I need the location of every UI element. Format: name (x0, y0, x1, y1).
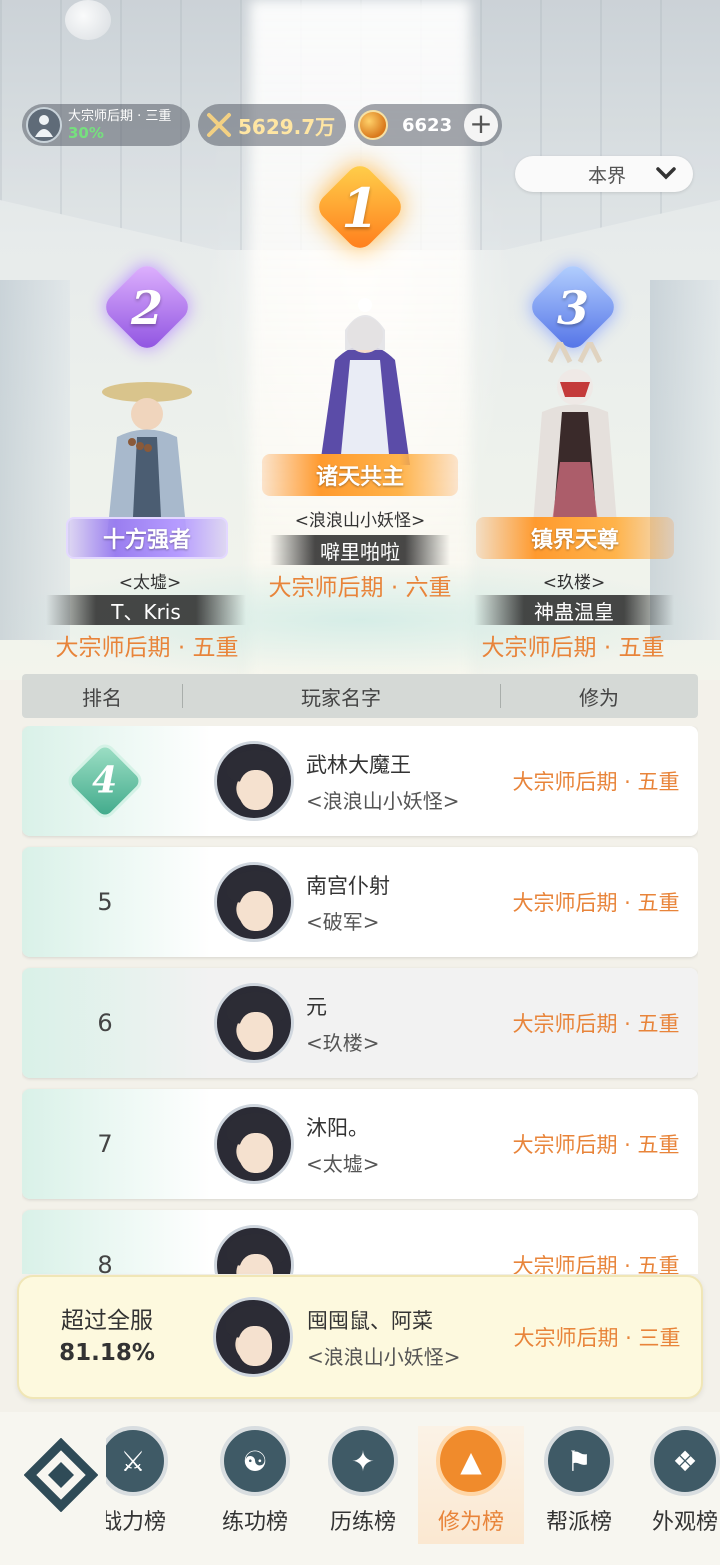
coin-status: 6623 + (354, 104, 502, 146)
player-guild: <玖楼> (306, 1030, 380, 1055)
coin-value: 6623 (402, 114, 453, 136)
row-rank: 7 (97, 1130, 113, 1158)
tab-power-rank[interactable]: ⚔ 战力榜 (106, 1426, 186, 1544)
rank-3-character[interactable] (520, 342, 630, 542)
ranking-list[interactable]: 4 武林大魔王 <浪浪山小妖怪> 大宗师后期 · 五重 5 南宫仆射 <破军> … (22, 726, 698, 1274)
rank-3-name: 神蛊温皇 (474, 595, 674, 625)
power-status[interactable]: 5629.7万 (198, 104, 346, 146)
tab-label: 历练榜 (329, 1510, 396, 1535)
tab-label: 修为榜 (437, 1510, 504, 1535)
header-rank: 排名 (82, 685, 122, 710)
avatar[interactable] (214, 862, 294, 942)
rank-2-title-badge: 十方强者 (66, 517, 228, 559)
realm-status[interactable]: 大宗师后期 · 三重 30% (22, 104, 190, 146)
my-avatar[interactable] (213, 1297, 293, 1377)
tab-label: 帮派榜 (545, 1510, 612, 1535)
player-name: 元 (306, 994, 327, 1019)
chevron-down-icon (655, 165, 677, 185)
table-row[interactable]: 7 沐阳。 <太墟> 大宗师后期 · 五重 (22, 1089, 698, 1199)
exceed-percentage: 81.18% (59, 1340, 155, 1366)
exceed-label: 超过全服 (61, 1308, 153, 1334)
table-row[interactable]: 8 大宗师后期 · 五重 (22, 1210, 698, 1274)
table-row[interactable]: 4 武林大魔王 <浪浪山小妖怪> 大宗师后期 · 五重 (22, 726, 698, 836)
realm-name: 大宗师后期 · 三重 (68, 109, 172, 124)
rank-3-guild: <玖楼> (542, 573, 606, 593)
rank-1-character[interactable] (310, 290, 420, 470)
row-rank: 5 (97, 888, 113, 916)
rank-1-guild: <浪浪山小妖怪> (294, 511, 426, 531)
avatar[interactable] (214, 741, 294, 821)
realm-avatar-icon (26, 107, 62, 143)
tab-training-rank[interactable]: ☯ 练功榜 (202, 1426, 308, 1544)
tab-label: 练功榜 (221, 1510, 288, 1535)
player-name: 南宫仆射 (306, 873, 390, 898)
row-rank: 4 (22, 744, 188, 818)
avatar[interactable] (214, 1104, 294, 1184)
tab-label: 外观榜 (651, 1510, 718, 1535)
ranking-table-header: 排名 玩家名字 修为 (22, 674, 698, 718)
player-name: 武林大魔王 (306, 752, 411, 777)
rank-1-emblem: 1 (313, 160, 407, 254)
rank-3-emblem: 3 (526, 260, 620, 354)
rank-2-emblem: 2 (100, 260, 194, 354)
tab-cultivation-rank[interactable]: ▲ 修为榜 (418, 1426, 524, 1544)
rank-1-name: 噼里啪啦 (270, 535, 450, 565)
home-menu-icon[interactable] (23, 1437, 99, 1513)
crossed-swords-icon (204, 110, 234, 140)
rank-1-realm: 大宗师后期 · 六重 (268, 575, 452, 601)
my-guild: <浪浪山小妖怪> (307, 1344, 461, 1369)
jade-coin-icon (358, 110, 388, 140)
my-name: 囤囤鼠、阿菜 (307, 1308, 433, 1333)
rank-2-guild: <太墟> (118, 573, 182, 593)
table-row[interactable]: 5 南宫仆射 <破军> 大宗师后期 · 五重 (22, 847, 698, 957)
player-name: 沐阳。 (306, 1115, 369, 1140)
tab-guild-rank[interactable]: ⚑ 帮派榜 (526, 1426, 632, 1544)
rank-3-title-badge: 镇界天尊 (476, 517, 674, 559)
tab-experience-rank[interactable]: ✦ 历练榜 (310, 1426, 416, 1544)
add-coin-button[interactable]: + (464, 108, 498, 142)
avatar[interactable] (214, 983, 294, 1063)
my-realm: 大宗师后期 · 三重 (513, 1326, 681, 1350)
row-rank: 6 (97, 1009, 113, 1037)
header-player-name: 玩家名字 (301, 685, 381, 710)
power-value: 5629.7万 (238, 114, 336, 139)
player-guild: <浪浪山小妖怪> (306, 788, 460, 813)
rank-4-badge-icon: 4 (68, 744, 142, 818)
player-guild: <太墟> (306, 1151, 380, 1176)
player-guild: <破军> (306, 909, 380, 934)
tab-label: 战力榜 (106, 1510, 166, 1535)
bottom-nav: ⚔ 战力榜 ☯ 练功榜 ✦ 历练榜 ▲ 修为榜 ⚑ 帮派榜 ❖ 外观榜 (0, 1412, 720, 1565)
scope-label: 本界 (587, 164, 626, 187)
avatar[interactable] (214, 1225, 294, 1274)
my-rank-panel[interactable]: 超过全服 81.18% 囤囤鼠、阿菜 <浪浪山小妖怪> 大宗师后期 · 三重 (17, 1275, 703, 1399)
rank-3-realm: 大宗师后期 · 五重 (481, 635, 665, 661)
yin-yang-icon: ☯ (220, 1426, 290, 1496)
moon-icon (65, 0, 111, 40)
crossed-swords-icon: ⚔ (106, 1426, 168, 1496)
row-rank: 8 (97, 1251, 113, 1274)
rank-2-realm: 大宗师后期 · 五重 (55, 635, 239, 661)
rank-1-title-badge: 诸天共主 (262, 454, 458, 496)
hat-icon: ▲ (436, 1426, 506, 1496)
player-realm: 大宗师后期 · 五重 (512, 1012, 680, 1036)
rank-2-name: T、Kris (46, 595, 246, 625)
player-realm: 大宗师后期 · 五重 (512, 770, 680, 794)
player-realm: 大宗师后期 · 五重 (512, 1254, 680, 1274)
header-cultivation: 修为 (579, 685, 619, 710)
shuriken-icon: ✦ (328, 1426, 398, 1496)
banner-icon: ⚑ (544, 1426, 614, 1496)
player-realm: 大宗师后期 · 五重 (512, 1133, 680, 1157)
tab-appearance-rank[interactable]: ❖ 外观榜 (632, 1426, 720, 1544)
realm-progress: 30% (68, 124, 104, 142)
table-row[interactable]: 6 元 <玖楼> 大宗师后期 · 五重 (22, 968, 698, 1078)
player-realm: 大宗师后期 · 五重 (512, 891, 680, 915)
scope-dropdown[interactable]: 本界 (515, 156, 693, 192)
emblem-icon: ❖ (650, 1426, 720, 1496)
